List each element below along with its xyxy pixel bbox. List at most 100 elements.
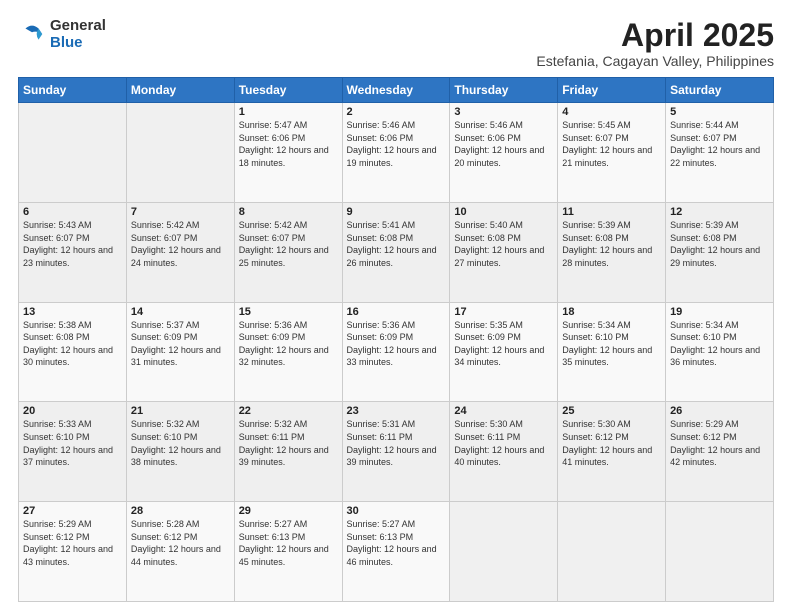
calendar-header: Sunday Monday Tuesday Wednesday Thursday… bbox=[19, 78, 774, 103]
day-info: Sunrise: 5:42 AMSunset: 6:07 PMDaylight:… bbox=[239, 219, 338, 269]
day-number: 24 bbox=[454, 405, 553, 417]
calendar-cell: 15Sunrise: 5:36 AMSunset: 6:09 PMDayligh… bbox=[234, 302, 342, 402]
day-number: 18 bbox=[562, 306, 661, 318]
day-info: Sunrise: 5:41 AMSunset: 6:08 PMDaylight:… bbox=[347, 219, 446, 269]
calendar-cell: 6Sunrise: 5:43 AMSunset: 6:07 PMDaylight… bbox=[19, 202, 127, 302]
day-info: Sunrise: 5:38 AMSunset: 6:08 PMDaylight:… bbox=[23, 319, 122, 369]
day-info: Sunrise: 5:29 AMSunset: 6:12 PMDaylight:… bbox=[23, 518, 122, 568]
calendar-cell: 11Sunrise: 5:39 AMSunset: 6:08 PMDayligh… bbox=[558, 202, 666, 302]
calendar-cell: 23Sunrise: 5:31 AMSunset: 6:11 PMDayligh… bbox=[342, 402, 450, 502]
day-number: 12 bbox=[670, 206, 769, 218]
day-info: Sunrise: 5:43 AMSunset: 6:07 PMDaylight:… bbox=[23, 219, 122, 269]
calendar-cell: 2Sunrise: 5:46 AMSunset: 6:06 PMDaylight… bbox=[342, 103, 450, 203]
header: General Blue April 2025 Estefania, Cagay… bbox=[18, 18, 774, 69]
header-sunday: Sunday bbox=[19, 78, 127, 103]
calendar-cell: 19Sunrise: 5:34 AMSunset: 6:10 PMDayligh… bbox=[666, 302, 774, 402]
calendar-cell: 17Sunrise: 5:35 AMSunset: 6:09 PMDayligh… bbox=[450, 302, 558, 402]
title-location: Estefania, Cagayan Valley, Philippines bbox=[536, 53, 774, 69]
header-saturday: Saturday bbox=[666, 78, 774, 103]
header-monday: Monday bbox=[126, 78, 234, 103]
day-info: Sunrise: 5:32 AMSunset: 6:10 PMDaylight:… bbox=[131, 418, 230, 468]
day-info: Sunrise: 5:34 AMSunset: 6:10 PMDaylight:… bbox=[670, 319, 769, 369]
calendar-cell: 12Sunrise: 5:39 AMSunset: 6:08 PMDayligh… bbox=[666, 202, 774, 302]
calendar-cell: 25Sunrise: 5:30 AMSunset: 6:12 PMDayligh… bbox=[558, 402, 666, 502]
day-info: Sunrise: 5:39 AMSunset: 6:08 PMDaylight:… bbox=[670, 219, 769, 269]
day-info: Sunrise: 5:34 AMSunset: 6:10 PMDaylight:… bbox=[562, 319, 661, 369]
calendar-cell: 28Sunrise: 5:28 AMSunset: 6:12 PMDayligh… bbox=[126, 502, 234, 602]
day-info: Sunrise: 5:33 AMSunset: 6:10 PMDaylight:… bbox=[23, 418, 122, 468]
day-number: 25 bbox=[562, 405, 661, 417]
day-info: Sunrise: 5:39 AMSunset: 6:08 PMDaylight:… bbox=[562, 219, 661, 269]
day-number: 14 bbox=[131, 306, 230, 318]
day-info: Sunrise: 5:46 AMSunset: 6:06 PMDaylight:… bbox=[454, 119, 553, 169]
day-info: Sunrise: 5:40 AMSunset: 6:08 PMDaylight:… bbox=[454, 219, 553, 269]
calendar-cell: 4Sunrise: 5:45 AMSunset: 6:07 PMDaylight… bbox=[558, 103, 666, 203]
calendar-cell: 8Sunrise: 5:42 AMSunset: 6:07 PMDaylight… bbox=[234, 202, 342, 302]
day-number: 11 bbox=[562, 206, 661, 218]
calendar-cell: 10Sunrise: 5:40 AMSunset: 6:08 PMDayligh… bbox=[450, 202, 558, 302]
day-number: 5 bbox=[670, 106, 769, 118]
calendar-cell bbox=[126, 103, 234, 203]
day-info: Sunrise: 5:45 AMSunset: 6:07 PMDaylight:… bbox=[562, 119, 661, 169]
day-info: Sunrise: 5:36 AMSunset: 6:09 PMDaylight:… bbox=[347, 319, 446, 369]
logo: General Blue bbox=[18, 18, 106, 51]
header-friday: Friday bbox=[558, 78, 666, 103]
day-number: 9 bbox=[347, 206, 446, 218]
header-wednesday: Wednesday bbox=[342, 78, 450, 103]
calendar-week-5: 27Sunrise: 5:29 AMSunset: 6:12 PMDayligh… bbox=[19, 502, 774, 602]
day-number: 17 bbox=[454, 306, 553, 318]
day-number: 16 bbox=[347, 306, 446, 318]
calendar-cell: 26Sunrise: 5:29 AMSunset: 6:12 PMDayligh… bbox=[666, 402, 774, 502]
day-number: 21 bbox=[131, 405, 230, 417]
calendar-cell: 22Sunrise: 5:32 AMSunset: 6:11 PMDayligh… bbox=[234, 402, 342, 502]
day-info: Sunrise: 5:27 AMSunset: 6:13 PMDaylight:… bbox=[347, 518, 446, 568]
day-number: 20 bbox=[23, 405, 122, 417]
calendar-week-2: 6Sunrise: 5:43 AMSunset: 6:07 PMDaylight… bbox=[19, 202, 774, 302]
day-number: 1 bbox=[239, 106, 338, 118]
calendar-cell: 29Sunrise: 5:27 AMSunset: 6:13 PMDayligh… bbox=[234, 502, 342, 602]
day-number: 6 bbox=[23, 206, 122, 218]
calendar-cell bbox=[666, 502, 774, 602]
day-info: Sunrise: 5:35 AMSunset: 6:09 PMDaylight:… bbox=[454, 319, 553, 369]
day-info: Sunrise: 5:30 AMSunset: 6:11 PMDaylight:… bbox=[454, 418, 553, 468]
calendar-week-3: 13Sunrise: 5:38 AMSunset: 6:08 PMDayligh… bbox=[19, 302, 774, 402]
day-info: Sunrise: 5:36 AMSunset: 6:09 PMDaylight:… bbox=[239, 319, 338, 369]
calendar-cell: 27Sunrise: 5:29 AMSunset: 6:12 PMDayligh… bbox=[19, 502, 127, 602]
calendar-cell: 24Sunrise: 5:30 AMSunset: 6:11 PMDayligh… bbox=[450, 402, 558, 502]
calendar-cell bbox=[19, 103, 127, 203]
day-number: 2 bbox=[347, 106, 446, 118]
calendar-cell: 3Sunrise: 5:46 AMSunset: 6:06 PMDaylight… bbox=[450, 103, 558, 203]
page: General Blue April 2025 Estefania, Cagay… bbox=[0, 0, 792, 612]
day-info: Sunrise: 5:28 AMSunset: 6:12 PMDaylight:… bbox=[131, 518, 230, 568]
day-number: 28 bbox=[131, 505, 230, 517]
calendar-cell bbox=[558, 502, 666, 602]
day-number: 29 bbox=[239, 505, 338, 517]
calendar-cell: 5Sunrise: 5:44 AMSunset: 6:07 PMDaylight… bbox=[666, 103, 774, 203]
day-number: 4 bbox=[562, 106, 661, 118]
calendar-cell: 21Sunrise: 5:32 AMSunset: 6:10 PMDayligh… bbox=[126, 402, 234, 502]
calendar-table: Sunday Monday Tuesday Wednesday Thursday… bbox=[18, 77, 774, 602]
title-block: April 2025 Estefania, Cagayan Valley, Ph… bbox=[536, 18, 774, 69]
day-info: Sunrise: 5:37 AMSunset: 6:09 PMDaylight:… bbox=[131, 319, 230, 369]
day-info: Sunrise: 5:42 AMSunset: 6:07 PMDaylight:… bbox=[131, 219, 230, 269]
calendar-week-4: 20Sunrise: 5:33 AMSunset: 6:10 PMDayligh… bbox=[19, 402, 774, 502]
day-info: Sunrise: 5:30 AMSunset: 6:12 PMDaylight:… bbox=[562, 418, 661, 468]
calendar-cell: 1Sunrise: 5:47 AMSunset: 6:06 PMDaylight… bbox=[234, 103, 342, 203]
title-month: April 2025 bbox=[536, 18, 774, 53]
day-number: 23 bbox=[347, 405, 446, 417]
day-info: Sunrise: 5:27 AMSunset: 6:13 PMDaylight:… bbox=[239, 518, 338, 568]
calendar-cell: 30Sunrise: 5:27 AMSunset: 6:13 PMDayligh… bbox=[342, 502, 450, 602]
calendar-cell bbox=[450, 502, 558, 602]
day-number: 19 bbox=[670, 306, 769, 318]
day-number: 22 bbox=[239, 405, 338, 417]
logo-text: General Blue bbox=[50, 18, 106, 51]
calendar-cell: 16Sunrise: 5:36 AMSunset: 6:09 PMDayligh… bbox=[342, 302, 450, 402]
day-info: Sunrise: 5:46 AMSunset: 6:06 PMDaylight:… bbox=[347, 119, 446, 169]
day-number: 26 bbox=[670, 405, 769, 417]
calendar-cell: 18Sunrise: 5:34 AMSunset: 6:10 PMDayligh… bbox=[558, 302, 666, 402]
logo-general-text: General bbox=[50, 18, 106, 35]
header-tuesday: Tuesday bbox=[234, 78, 342, 103]
calendar-cell: 9Sunrise: 5:41 AMSunset: 6:08 PMDaylight… bbox=[342, 202, 450, 302]
calendar-cell: 7Sunrise: 5:42 AMSunset: 6:07 PMDaylight… bbox=[126, 202, 234, 302]
day-number: 3 bbox=[454, 106, 553, 118]
